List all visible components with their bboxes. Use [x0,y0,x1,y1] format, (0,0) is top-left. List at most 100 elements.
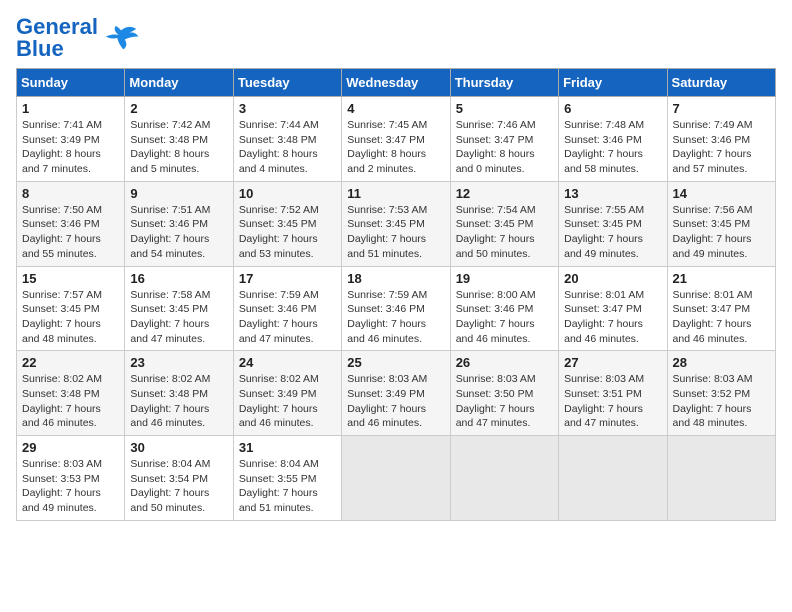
day-info: Sunrise: 7:48 AM Sunset: 3:46 PM Dayligh… [564,118,661,177]
day-number: 6 [564,101,661,116]
day-number: 21 [673,271,770,286]
day-info: Sunrise: 7:52 AM Sunset: 3:45 PM Dayligh… [239,203,336,262]
day-info: Sunrise: 8:03 AM Sunset: 3:53 PM Dayligh… [22,457,119,516]
calendar-day-cell: 18Sunrise: 7:59 AM Sunset: 3:46 PM Dayli… [342,266,450,351]
weekday-header-monday: Monday [125,69,233,97]
calendar-day-cell: 5 Sunrise: 7:46 AM Sunset: 3:47 PM Daylig… [450,97,558,182]
day-info: Sunrise: 8:02 AM Sunset: 3:48 PM Dayligh… [22,372,119,431]
calendar-day-cell: 11 Sunrise: 7:53 AM Sunset: 3:45 PM Dayli… [342,181,450,266]
day-number: 1 [22,101,119,116]
day-number: 18 [347,271,444,286]
day-info: Sunrise: 7:49 AM Sunset: 3:46 PM Dayligh… [673,118,770,177]
calendar-day-cell: 24 Sunrise: 8:02 AM Sunset: 3:49 PM Dayli… [233,351,341,436]
calendar-day-cell: 16 Sunrise: 7:58 AM Sunset: 3:45 PM Dayli… [125,266,233,351]
day-number: 19 [456,271,553,286]
day-info: Sunrise: 7:57 AM Sunset: 3:45 PM Dayligh… [22,288,119,347]
day-info: Sunrise: 7:54 AM Sunset: 3:45 PM Dayligh… [456,203,553,262]
day-info: Sunrise: 8:03 AM Sunset: 3:52 PM Dayligh… [673,372,770,431]
day-number: 3 [239,101,336,116]
weekday-header-thursday: Thursday [450,69,558,97]
calendar-week-row: 22 Sunrise: 8:02 AM Sunset: 3:48 PM Dayli… [17,351,776,436]
day-info: Sunrise: 7:50 AM Sunset: 3:46 PM Dayligh… [22,203,119,262]
day-number: 29 [22,440,119,455]
calendar-day-cell: 7 Sunrise: 7:49 AM Sunset: 3:46 PM Daylig… [667,97,775,182]
day-number: 14 [673,186,770,201]
calendar-day-cell [450,436,558,521]
weekday-header-tuesday: Tuesday [233,69,341,97]
day-info: Sunrise: 8:04 AM Sunset: 3:55 PM Dayligh… [239,457,336,516]
day-number: 12 [456,186,553,201]
calendar-week-row: 8 Sunrise: 7:50 AM Sunset: 3:46 PM Daylig… [17,181,776,266]
day-number: 10 [239,186,336,201]
day-info: Sunrise: 7:58 AM Sunset: 3:45 PM Dayligh… [130,288,227,347]
logo-text: GeneralBlue [16,16,98,60]
calendar-day-cell: 15Sunrise: 7:57 AM Sunset: 3:45 PM Dayli… [17,266,125,351]
day-info: Sunrise: 8:01 AM Sunset: 3:47 PM Dayligh… [673,288,770,347]
calendar-day-cell: 31 Sunrise: 8:04 AM Sunset: 3:55 PM Dayli… [233,436,341,521]
day-info: Sunrise: 8:01 AM Sunset: 3:47 PM Dayligh… [564,288,661,347]
calendar-day-cell: 9 Sunrise: 7:51 AM Sunset: 3:46 PM Daylig… [125,181,233,266]
calendar-day-cell: 1 Sunrise: 7:41 AM Sunset: 3:49 PM Daylig… [17,97,125,182]
day-number: 31 [239,440,336,455]
day-number: 8 [22,186,119,201]
calendar-header-row: SundayMondayTuesdayWednesdayThursdayFrid… [17,69,776,97]
weekday-header-friday: Friday [559,69,667,97]
day-number: 13 [564,186,661,201]
day-info: Sunrise: 8:03 AM Sunset: 3:51 PM Dayligh… [564,372,661,431]
calendar-day-cell: 25Sunrise: 8:03 AM Sunset: 3:49 PM Dayli… [342,351,450,436]
calendar-day-cell: 29 Sunrise: 8:03 AM Sunset: 3:53 PM Dayli… [17,436,125,521]
calendar-day-cell: 30 Sunrise: 8:04 AM Sunset: 3:54 PM Dayli… [125,436,233,521]
day-number: 27 [564,355,661,370]
day-info: Sunrise: 7:51 AM Sunset: 3:46 PM Dayligh… [130,203,227,262]
calendar-day-cell: 26Sunrise: 8:03 AM Sunset: 3:50 PM Dayli… [450,351,558,436]
day-info: Sunrise: 8:04 AM Sunset: 3:54 PM Dayligh… [130,457,227,516]
day-info: Sunrise: 7:42 AM Sunset: 3:48 PM Dayligh… [130,118,227,177]
calendar-day-cell: 28Sunrise: 8:03 AM Sunset: 3:52 PM Dayli… [667,351,775,436]
day-info: Sunrise: 7:46 AM Sunset: 3:47 PM Dayligh… [456,118,553,177]
calendar-day-cell: 4 Sunrise: 7:45 AM Sunset: 3:47 PM Daylig… [342,97,450,182]
day-number: 9 [130,186,227,201]
calendar-day-cell: 2Sunrise: 7:42 AM Sunset: 3:48 PM Daylig… [125,97,233,182]
calendar-day-cell: 23 Sunrise: 8:02 AM Sunset: 3:48 PM Dayli… [125,351,233,436]
calendar-day-cell: 17Sunrise: 7:59 AM Sunset: 3:46 PM Dayli… [233,266,341,351]
day-number: 30 [130,440,227,455]
calendar-day-cell: 3 Sunrise: 7:44 AM Sunset: 3:48 PM Daylig… [233,97,341,182]
calendar-day-cell: 21 Sunrise: 8:01 AM Sunset: 3:47 PM Dayli… [667,266,775,351]
day-info: Sunrise: 7:53 AM Sunset: 3:45 PM Dayligh… [347,203,444,262]
day-number: 23 [130,355,227,370]
day-number: 5 [456,101,553,116]
weekday-header-saturday: Saturday [667,69,775,97]
day-info: Sunrise: 8:02 AM Sunset: 3:48 PM Dayligh… [130,372,227,431]
calendar-week-row: 29 Sunrise: 8:03 AM Sunset: 3:53 PM Dayli… [17,436,776,521]
day-info: Sunrise: 7:55 AM Sunset: 3:45 PM Dayligh… [564,203,661,262]
day-number: 26 [456,355,553,370]
calendar-day-cell: 12 Sunrise: 7:54 AM Sunset: 3:45 PM Dayli… [450,181,558,266]
day-info: Sunrise: 8:00 AM Sunset: 3:46 PM Dayligh… [456,288,553,347]
day-number: 20 [564,271,661,286]
calendar-day-cell: 27 Sunrise: 8:03 AM Sunset: 3:51 PM Dayli… [559,351,667,436]
calendar-day-cell [667,436,775,521]
calendar-day-cell: 6 Sunrise: 7:48 AM Sunset: 3:46 PM Daylig… [559,97,667,182]
calendar-day-cell: 14 Sunrise: 7:56 AM Sunset: 3:45 PM Dayli… [667,181,775,266]
day-number: 17 [239,271,336,286]
day-info: Sunrise: 7:41 AM Sunset: 3:49 PM Dayligh… [22,118,119,177]
day-number: 7 [673,101,770,116]
day-info: Sunrise: 7:56 AM Sunset: 3:45 PM Dayligh… [673,203,770,262]
day-number: 16 [130,271,227,286]
day-number: 11 [347,186,444,201]
day-number: 24 [239,355,336,370]
calendar-week-row: 1 Sunrise: 7:41 AM Sunset: 3:49 PM Daylig… [17,97,776,182]
day-info: Sunrise: 8:03 AM Sunset: 3:49 PM Dayligh… [347,372,444,431]
day-number: 4 [347,101,444,116]
logo: GeneralBlue [16,16,140,60]
day-info: Sunrise: 7:45 AM Sunset: 3:47 PM Dayligh… [347,118,444,177]
calendar-day-cell: 13 Sunrise: 7:55 AM Sunset: 3:45 PM Dayli… [559,181,667,266]
day-number: 22 [22,355,119,370]
calendar-week-row: 15Sunrise: 7:57 AM Sunset: 3:45 PM Dayli… [17,266,776,351]
calendar-day-cell: 8 Sunrise: 7:50 AM Sunset: 3:46 PM Daylig… [17,181,125,266]
calendar-day-cell: 19 Sunrise: 8:00 AM Sunset: 3:46 PM Dayli… [450,266,558,351]
logo-bird-icon [102,19,140,57]
calendar-table: SundayMondayTuesdayWednesdayThursdayFrid… [16,68,776,521]
day-info: Sunrise: 8:02 AM Sunset: 3:49 PM Dayligh… [239,372,336,431]
day-info: Sunrise: 7:44 AM Sunset: 3:48 PM Dayligh… [239,118,336,177]
